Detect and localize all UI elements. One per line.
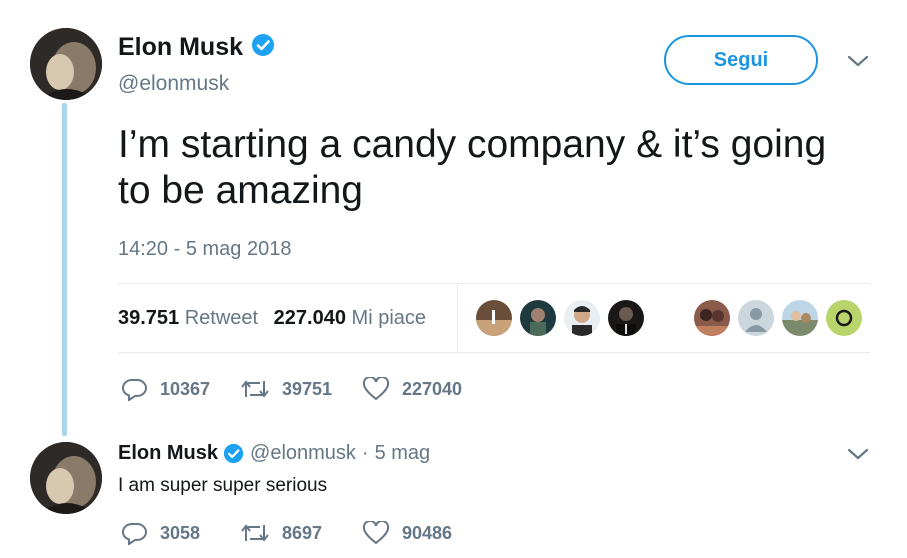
- liker-avatar[interactable]: [564, 300, 600, 336]
- default-avatar-icon[interactable]: [738, 300, 774, 336]
- like-count[interactable]: 227.040: [274, 307, 346, 329]
- like-button[interactable]: 227040: [362, 377, 462, 401]
- reply-count: 3058: [160, 522, 201, 543]
- retweet-button[interactable]: 39751: [240, 377, 332, 401]
- liker-avatar[interactable]: [476, 300, 512, 336]
- retweet-icon: [241, 524, 269, 542]
- avatar[interactable]: [30, 28, 102, 100]
- tweet-stats: 39.751 Retweet 227.040 Mi piace: [118, 307, 426, 330]
- heart-icon: [362, 521, 390, 545]
- divider: [118, 352, 870, 353]
- avatar[interactable]: [30, 442, 102, 514]
- verified-badge-icon: [223, 443, 244, 464]
- chevron-down-icon[interactable]: [846, 53, 870, 74]
- like-action-count: 227040: [402, 378, 463, 399]
- retweet-icon: [241, 380, 269, 398]
- reply-icon: [122, 378, 147, 401]
- liker-avatar[interactable]: [782, 300, 818, 336]
- tweet-timestamp[interactable]: 14:20 - 5 mag 2018: [118, 238, 291, 261]
- reply-date[interactable]: 5 mag: [375, 442, 431, 465]
- retweet-button[interactable]: 8697: [240, 521, 322, 545]
- author-name[interactable]: Elon Musk: [118, 33, 243, 62]
- liker-avatar[interactable]: [608, 300, 644, 336]
- separator: ·: [361, 442, 369, 464]
- like-action-count: 90486: [402, 522, 453, 543]
- liker-avatar[interactable]: [694, 300, 730, 336]
- tweet-text: I’m starting a candy company & it’s goin…: [118, 123, 827, 212]
- author-handle[interactable]: @elonmusk: [118, 72, 229, 96]
- retweet-count[interactable]: 39.751: [118, 307, 179, 329]
- verified-badge-icon: [251, 33, 275, 62]
- retweet-label[interactable]: Retweet: [185, 307, 258, 329]
- reply-header: Elon Musk @elonmusk · 5 mag: [118, 442, 430, 465]
- reply-author-name[interactable]: Elon Musk: [118, 442, 218, 465]
- reply-count: 10367: [160, 378, 211, 399]
- heart-icon: [362, 377, 390, 401]
- retweet-action-count: 39751: [282, 378, 333, 399]
- like-label[interactable]: Mi piace: [352, 307, 426, 329]
- reply-button[interactable]: 3058: [122, 521, 200, 545]
- like-button[interactable]: 90486: [362, 521, 452, 545]
- author-block[interactable]: Elon Musk: [118, 33, 275, 62]
- chevron-down-icon[interactable]: [846, 446, 870, 467]
- reply-button[interactable]: 10367: [122, 377, 210, 401]
- retweet-action-count: 8697: [282, 522, 323, 543]
- follow-button[interactable]: Segui: [664, 35, 818, 85]
- reply-author-handle[interactable]: @elonmusk: [250, 442, 356, 465]
- reply-text: I am super super serious: [118, 475, 328, 496]
- reply-icon: [122, 522, 147, 545]
- liker-avatar[interactable]: [826, 300, 862, 336]
- thread-line: [62, 103, 67, 436]
- stats-divider: [457, 284, 458, 352]
- divider: [118, 283, 870, 284]
- liker-avatar[interactable]: [520, 300, 556, 336]
